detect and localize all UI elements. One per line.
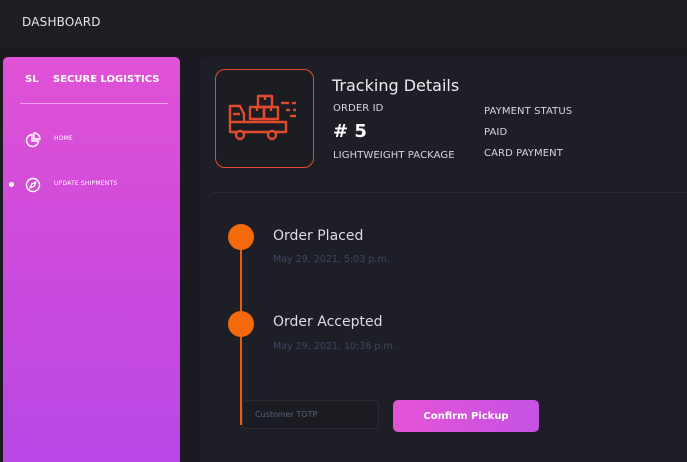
sidebar-item-label: UPDATE SHIPMENTS [54, 180, 118, 187]
confirm-pickup-button[interactable]: Confirm Pickup [393, 400, 539, 432]
brand-abbreviation: SL [25, 74, 39, 85]
event-title: Order Accepted [273, 314, 383, 330]
sidebar-item-label: HOME [54, 135, 74, 142]
timeline-dot [228, 224, 254, 250]
delivery-truck-icon [228, 92, 302, 148]
event-title: Order Placed [273, 228, 364, 244]
event-date: May 29, 2021, 5:03 p.m. [273, 254, 390, 265]
customer-totp-input[interactable] [242, 400, 379, 429]
active-indicator [9, 182, 14, 187]
payment-status-value: PAID [484, 127, 508, 138]
top-bar: DASHBOARD [0, 0, 687, 48]
order-id-label: ORDER ID [333, 103, 384, 114]
payment-method: CARD PAYMENT [484, 148, 563, 159]
sidebar: SL SECURE LOGISTICS HOME UPDATE SHIPMENT… [3, 57, 180, 462]
sidebar-item-update-shipments[interactable]: UPDATE SHIPMENTS [3, 172, 180, 198]
compass-icon [25, 177, 41, 193]
event-date: May 29, 2021, 10:36 p.m. [273, 341, 396, 352]
order-number: # 5 [333, 121, 367, 142]
brand-name[interactable]: SECURE LOGISTICS [53, 74, 159, 85]
shipment-icon-box [215, 69, 314, 168]
payment-status-label: PAYMENT STATUS [484, 106, 573, 117]
timeline-dot [228, 311, 254, 337]
pie-chart-icon [25, 132, 41, 148]
sidebar-item-home[interactable]: HOME [3, 127, 180, 153]
package-type: LIGHTWEIGHT PACKAGE [333, 150, 455, 161]
section-divider [213, 192, 687, 193]
sidebar-divider [20, 103, 168, 104]
tracking-details-title: Tracking Details [332, 76, 460, 95]
page-title: DASHBOARD [22, 15, 101, 29]
